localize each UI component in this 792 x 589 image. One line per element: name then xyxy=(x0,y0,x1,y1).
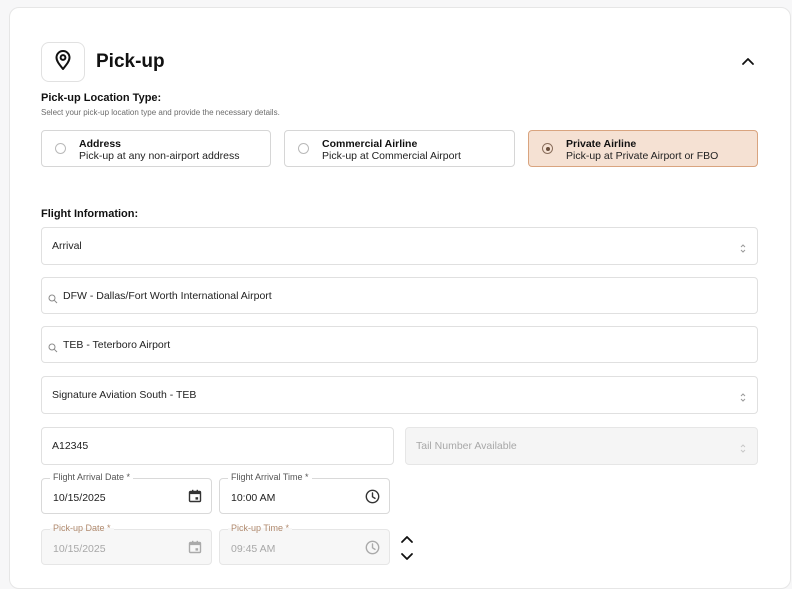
clock-icon xyxy=(365,540,380,560)
flight-direction-select[interactable]: Arrival xyxy=(41,227,758,265)
flight-arrival-time-label: Flight Arrival Time * xyxy=(228,472,312,482)
updown-icon xyxy=(739,241,747,259)
origin-airport-input[interactable]: DFW - Dallas/Fort Worth International Ai… xyxy=(41,277,758,314)
clock-icon[interactable] xyxy=(365,489,380,509)
option-address[interactable]: Address Pick-up at any non-airport addre… xyxy=(41,130,271,167)
fbo-value: Signature Aviation South - TEB xyxy=(52,389,197,401)
pickup-icon-box xyxy=(41,42,85,82)
pickup-date-label: Pick-up Date * xyxy=(50,523,114,533)
pickup-time-field: Pick-up Time * 09:45 AM xyxy=(219,523,390,565)
search-icon xyxy=(48,340,58,358)
flight-arrival-date-value: 10/15/2025 xyxy=(53,492,106,504)
chevron-down-icon[interactable] xyxy=(399,550,415,564)
radio-address[interactable] xyxy=(55,143,66,154)
destination-airport-input[interactable]: TEB - Teterboro Airport xyxy=(41,326,758,363)
option-title: Commercial Airline xyxy=(322,138,418,150)
pickup-date-field: Pick-up Date * 10/15/2025 xyxy=(41,523,212,565)
collapse-button[interactable] xyxy=(736,50,760,74)
tail-number-select: Tail Number Available xyxy=(405,427,758,465)
radio-private-airline[interactable] xyxy=(542,143,553,154)
location-type-help: Select your pick-up location type and pr… xyxy=(41,108,280,117)
updown-icon xyxy=(739,390,747,408)
flight-arrival-date-field[interactable]: Flight Arrival Date * 10/15/2025 xyxy=(41,472,212,514)
chevron-up-icon[interactable] xyxy=(399,532,415,546)
flight-arrival-date-label: Flight Arrival Date * xyxy=(50,472,134,482)
option-commercial-airline[interactable]: Commercial Airline Pick-up at Commercial… xyxy=(284,130,515,167)
option-subtitle: Pick-up at Commercial Airport xyxy=(322,150,461,162)
flight-arrival-time-field[interactable]: Flight Arrival Time * 10:00 AM xyxy=(219,472,390,514)
pickup-date-value: 10/15/2025 xyxy=(53,543,106,555)
flight-info-label: Flight Information: xyxy=(41,208,139,220)
pickup-time-value: 09:45 AM xyxy=(231,543,276,555)
search-icon xyxy=(48,291,58,309)
chevron-up-icon xyxy=(741,53,755,71)
flight-direction-value: Arrival xyxy=(52,240,82,252)
pickup-time-label: Pick-up Time * xyxy=(228,523,293,533)
destination-airport-value: TEB - Teterboro Airport xyxy=(63,339,171,351)
option-private-airline[interactable]: Private Airline Pick-up at Private Airpo… xyxy=(528,130,758,167)
tail-number-select-value: Tail Number Available xyxy=(416,440,517,452)
updown-icon xyxy=(739,441,747,459)
tail-number-input[interactable]: A12345 xyxy=(41,427,394,465)
location-type-label: Pick-up Location Type: xyxy=(41,92,162,104)
flight-arrival-time-value: 10:00 AM xyxy=(231,492,276,504)
calendar-icon xyxy=(188,540,202,559)
option-subtitle: Pick-up at Private Airport or FBO xyxy=(566,150,719,162)
fbo-select[interactable]: Signature Aviation South - TEB xyxy=(41,376,758,414)
radio-commercial-airline[interactable] xyxy=(298,143,309,154)
section-title: Pick-up xyxy=(96,51,165,72)
tail-number-value: A12345 xyxy=(52,440,89,452)
option-title: Private Airline xyxy=(566,138,637,150)
origin-airport-value: DFW - Dallas/Fort Worth International Ai… xyxy=(63,290,272,302)
pickup-time-adjuster xyxy=(398,532,416,566)
calendar-icon[interactable] xyxy=(188,489,202,508)
option-title: Address xyxy=(79,138,122,150)
map-pin-icon xyxy=(53,49,73,76)
option-subtitle: Pick-up at any non-airport address xyxy=(79,150,240,162)
